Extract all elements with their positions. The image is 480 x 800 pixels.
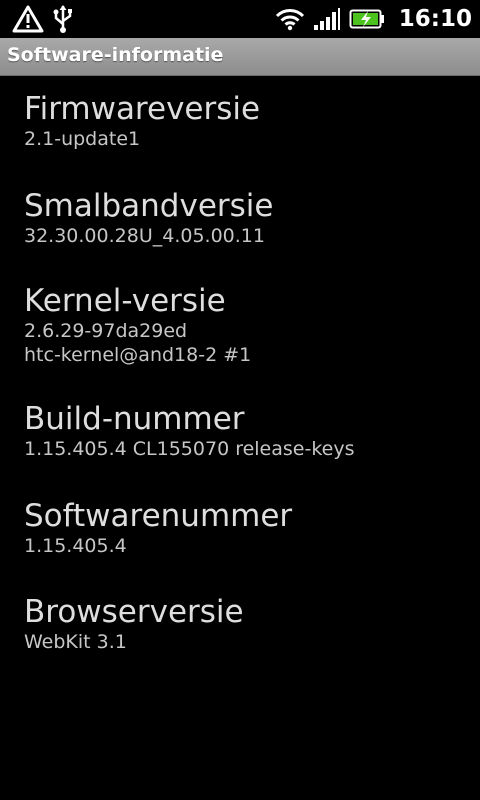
item-value: 1.15.405.4 CL155070 release-keys — [24, 438, 355, 460]
list-item-browserversie[interactable]: Browserversie WebKit 3.1 — [24, 594, 464, 654]
clock: 16:10 — [398, 6, 472, 32]
page-title: Software-informatie — [7, 44, 224, 66]
list-item-firmwareversie[interactable]: Firmwareversie 2.1-update1 — [24, 91, 464, 151]
item-title: Build-nummer — [24, 401, 245, 437]
list-item-kernel-versie[interactable]: Kernel-versie 2.6.29-97da29ed htc-kernel… — [24, 283, 464, 367]
item-value: 2.6.29-97da29ed — [24, 320, 188, 342]
wifi-icon — [275, 9, 304, 31]
title-bar: Software-informatie — [0, 38, 480, 76]
system-status-area[interactable]: 16:10 — [275, 4, 472, 34]
item-title: Softwarenummer — [24, 498, 293, 534]
item-value: WebKit 3.1 — [24, 631, 127, 653]
list-item-softwarenummer[interactable]: Softwarenummer 1.15.405.4 — [24, 498, 464, 558]
status-bar: 16:10 — [0, 0, 480, 38]
battery-charging-icon — [349, 9, 384, 29]
item-value: 2.1-update1 — [24, 128, 141, 150]
item-title: Browserversie — [24, 594, 244, 630]
warning-icon — [12, 5, 44, 33]
usb-icon — [53, 5, 72, 33]
item-title: Firmwareversie — [24, 91, 261, 127]
item-value: 1.15.405.4 — [24, 535, 127, 557]
item-value: 32.30.00.28U_4.05.00.11 — [24, 225, 265, 247]
item-title: Kernel-versie — [24, 283, 226, 319]
signal-icon — [313, 8, 340, 30]
notification-area[interactable] — [12, 4, 74, 34]
list-item-build-nummer[interactable]: Build-nummer 1.15.405.4 CL155070 release… — [24, 401, 464, 461]
item-title: Smalbandversie — [24, 188, 274, 224]
list-item-smalbandversie[interactable]: Smalbandversie 32.30.00.28U_4.05.00.11 — [24, 188, 464, 248]
item-value-line-2: htc-kernel@and18-2 #1 — [24, 344, 252, 366]
